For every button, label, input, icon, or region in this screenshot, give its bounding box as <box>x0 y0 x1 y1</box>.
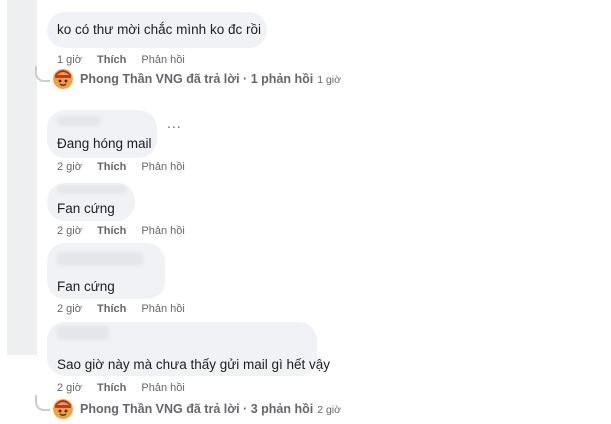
like-button[interactable]: Thích <box>97 161 126 173</box>
like-button[interactable]: Thích <box>97 382 126 394</box>
reply-button[interactable]: Phản hồi <box>141 161 184 173</box>
reply-button[interactable]: Phản hồi <box>141 225 184 237</box>
reply-time: 2 giờ <box>317 404 342 416</box>
author-name <box>57 116 101 126</box>
page-avatar[interactable] <box>53 399 73 419</box>
like-button[interactable]: Thích <box>97 225 126 237</box>
replies-summary: Phong Thần VNG đã trả lời · 1 phản hồi <box>80 72 314 86</box>
replies-link[interactable]: Phong Thần VNG đã trả lời · 3 phản hồi 2 … <box>80 402 341 416</box>
reply-button[interactable]: Phản hồi <box>141 54 184 66</box>
comment-time: 2 giờ <box>57 225 82 237</box>
thread-line <box>7 0 37 355</box>
like-button[interactable]: Thích <box>97 54 126 66</box>
comment-time: 1 giờ <box>57 54 82 66</box>
reply-connector <box>35 395 50 411</box>
comment-time: 2 giờ <box>57 382 82 394</box>
author-name <box>57 326 109 340</box>
comment-text: Sao giờ này mà chưa thấy gửi mail gì hết… <box>57 357 331 372</box>
reply-time: 1 giờ <box>317 74 342 86</box>
comment-meta: 2 giờ Thích Phản hồi <box>57 382 197 394</box>
comment-meta: 1 giờ Thích Phản hồi <box>57 54 197 66</box>
comment-text: Fan cứng <box>57 201 115 216</box>
comment-time: 2 giờ <box>57 303 82 315</box>
comment-time: 2 giờ <box>57 161 82 173</box>
comment-meta: 2 giờ Thích Phản hồi <box>57 303 197 315</box>
comment-meta: 2 giờ Thích Phản hồi <box>57 225 197 237</box>
comment-meta: 2 giờ Thích Phản hồi <box>57 161 197 173</box>
comment-text: ko có thư mời chắc mình ko đc rồi <box>57 22 261 37</box>
more-options-icon[interactable]: ... <box>167 115 182 131</box>
reply-button[interactable]: Phản hồi <box>141 382 184 394</box>
replies-summary: Phong Thần VNG đã trả lời · 3 phản hồi <box>80 402 314 416</box>
reply-button[interactable]: Phản hồi <box>141 303 184 315</box>
comment-text: Fan cứng <box>57 279 115 294</box>
replies-link[interactable]: Phong Thần VNG đã trả lời · 1 phản hồi 1 … <box>80 72 341 86</box>
comment-text: Đang hóng mail <box>57 136 152 151</box>
like-button[interactable]: Thích <box>97 303 126 315</box>
page-avatar[interactable] <box>53 69 73 89</box>
reply-connector <box>35 66 50 82</box>
author-name <box>57 252 143 266</box>
author-name <box>57 185 127 194</box>
